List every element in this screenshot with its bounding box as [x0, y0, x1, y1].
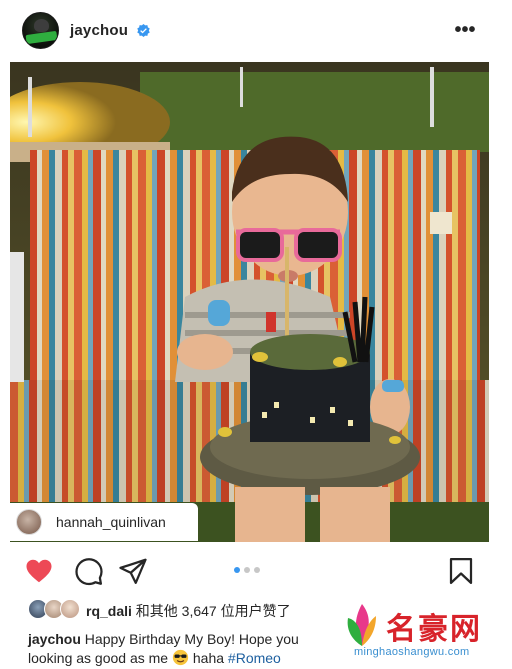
avatar-logo-band: [25, 30, 58, 45]
carousel-dot-active[interactable]: [234, 567, 240, 573]
sunglasses-emoji-icon: [172, 649, 189, 666]
caption-username[interactable]: jaychou: [28, 631, 81, 647]
caption-text-line2: looking as good as me: [28, 650, 172, 666]
tag-username[interactable]: hannah_quinlivan: [56, 514, 166, 530]
carousel-dot[interactable]: [254, 567, 260, 573]
watermark-title: 名豪网: [386, 612, 482, 647]
post-username[interactable]: jaychou: [70, 22, 128, 39]
more-options-button[interactable]: •••: [450, 17, 480, 43]
likes-rest: 和其他 3,647 位用户赞了: [131, 603, 291, 619]
watermark-url: minghaoshangwu.com: [354, 646, 470, 658]
likes-count-text[interactable]: rq_dali 和其他 3,647 位用户赞了: [86, 601, 291, 621]
avatar-face: [34, 19, 49, 32]
carousel-dot[interactable]: [244, 567, 250, 573]
watermark-logo-icon: [347, 604, 376, 646]
caption-text: Happy Birthday My Boy! Hope you: [80, 631, 299, 647]
photo-illustration: [10, 62, 489, 542]
comment-icon[interactable]: [74, 556, 104, 586]
caption-text-laugh: haha: [188, 650, 228, 666]
bookmark-icon[interactable]: [446, 556, 476, 586]
caption-hashtag[interactable]: #Romeo: [228, 650, 281, 666]
post-header: jaychou •••: [0, 0, 512, 62]
carousel-indicator: [234, 567, 266, 575]
liker-avatar[interactable]: [60, 599, 80, 619]
photo-user-tag[interactable]: hannah_quinlivan: [10, 503, 198, 541]
tag-avatar: [16, 509, 42, 535]
heart-icon[interactable]: [24, 556, 54, 586]
liker-username[interactable]: rq_dali: [86, 603, 132, 619]
post-photo[interactable]: [10, 62, 489, 542]
profile-avatar[interactable]: [22, 12, 59, 49]
watermark: 名豪网 minghaoshangwu.com: [342, 596, 507, 666]
send-icon[interactable]: [118, 556, 148, 586]
verified-badge-icon: [137, 24, 150, 37]
